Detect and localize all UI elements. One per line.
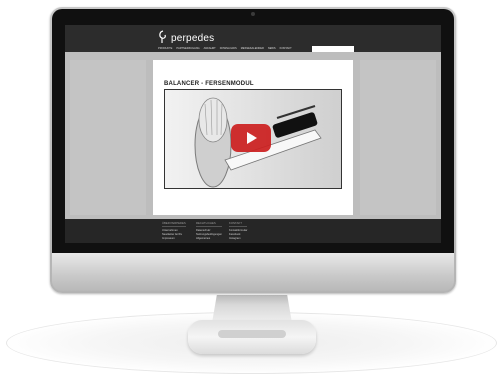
video-player[interactable] — [164, 89, 342, 189]
page-title: BALANCER - FERSENMODUL — [164, 81, 254, 87]
footer-link[interactable]: Newsletter Archiv — [162, 233, 186, 236]
search-input[interactable] — [312, 46, 354, 52]
logo-mark-icon — [159, 30, 166, 43]
footer-column-contact: Kontakt Kontaktformular Facebook Instagr… — [229, 222, 248, 240]
footer-link[interactable]: Datenschutz — [196, 229, 222, 232]
left-sidebar — [70, 60, 146, 215]
camera-icon — [251, 12, 255, 16]
footer-heading: Kontakt — [229, 222, 248, 227]
nav-item-kontakt[interactable]: Kontakt — [280, 47, 292, 50]
footer-column-legal: Rechtliches Datenschutz Nutzungsbedingun… — [196, 222, 222, 240]
nav-item-produkte[interactable]: Produkte — [158, 47, 172, 50]
stand-cable-slot — [218, 330, 286, 338]
nav-item-news[interactable]: News — [268, 47, 276, 50]
monitor-chin — [52, 253, 454, 291]
site-header: perpedes Produkte Partnerzugang Anfahrt … — [65, 25, 441, 52]
play-icon[interactable] — [231, 124, 271, 152]
nav-item-anfahrt[interactable]: Anfahrt — [204, 47, 216, 50]
footer-link[interactable]: Impressum — [162, 237, 186, 240]
site-logo[interactable]: perpedes — [158, 30, 214, 44]
footer-link[interactable]: Instagram — [229, 237, 247, 240]
footer-link[interactable]: Allgemeines — [196, 237, 222, 240]
right-sidebar — [360, 60, 436, 215]
footer-column-about: Über Perpedes Unternehmen Newsletter Arc… — [162, 222, 186, 240]
nav-item-partnerzugang[interactable]: Partnerzugang — [176, 47, 199, 50]
main-nav: Produkte Partnerzugang Anfahrt Downloads… — [158, 47, 292, 50]
nav-item-messekalender[interactable]: Messekalender — [241, 47, 264, 50]
browser-screen: perpedes Produkte Partnerzugang Anfahrt … — [65, 25, 441, 243]
nav-item-downloads[interactable]: Downloads — [220, 47, 237, 50]
footer-heading: Über Perpedes — [162, 221, 186, 227]
logo-text: perpedes — [171, 33, 215, 44]
site-footer: Über Perpedes Unternehmen Newsletter Arc… — [65, 219, 441, 243]
footer-heading: Rechtliches — [196, 222, 222, 227]
main-content: BALANCER - FERSENMODUL — [153, 60, 353, 215]
footer-link[interactable]: Facebook — [229, 233, 247, 236]
monitor-stand-neck — [212, 295, 292, 323]
footer-link[interactable]: Nutzungsbedingungen — [196, 233, 222, 236]
footer-link[interactable]: Unternehmen — [162, 229, 186, 232]
footer-link[interactable]: Kontaktformular — [229, 229, 247, 232]
